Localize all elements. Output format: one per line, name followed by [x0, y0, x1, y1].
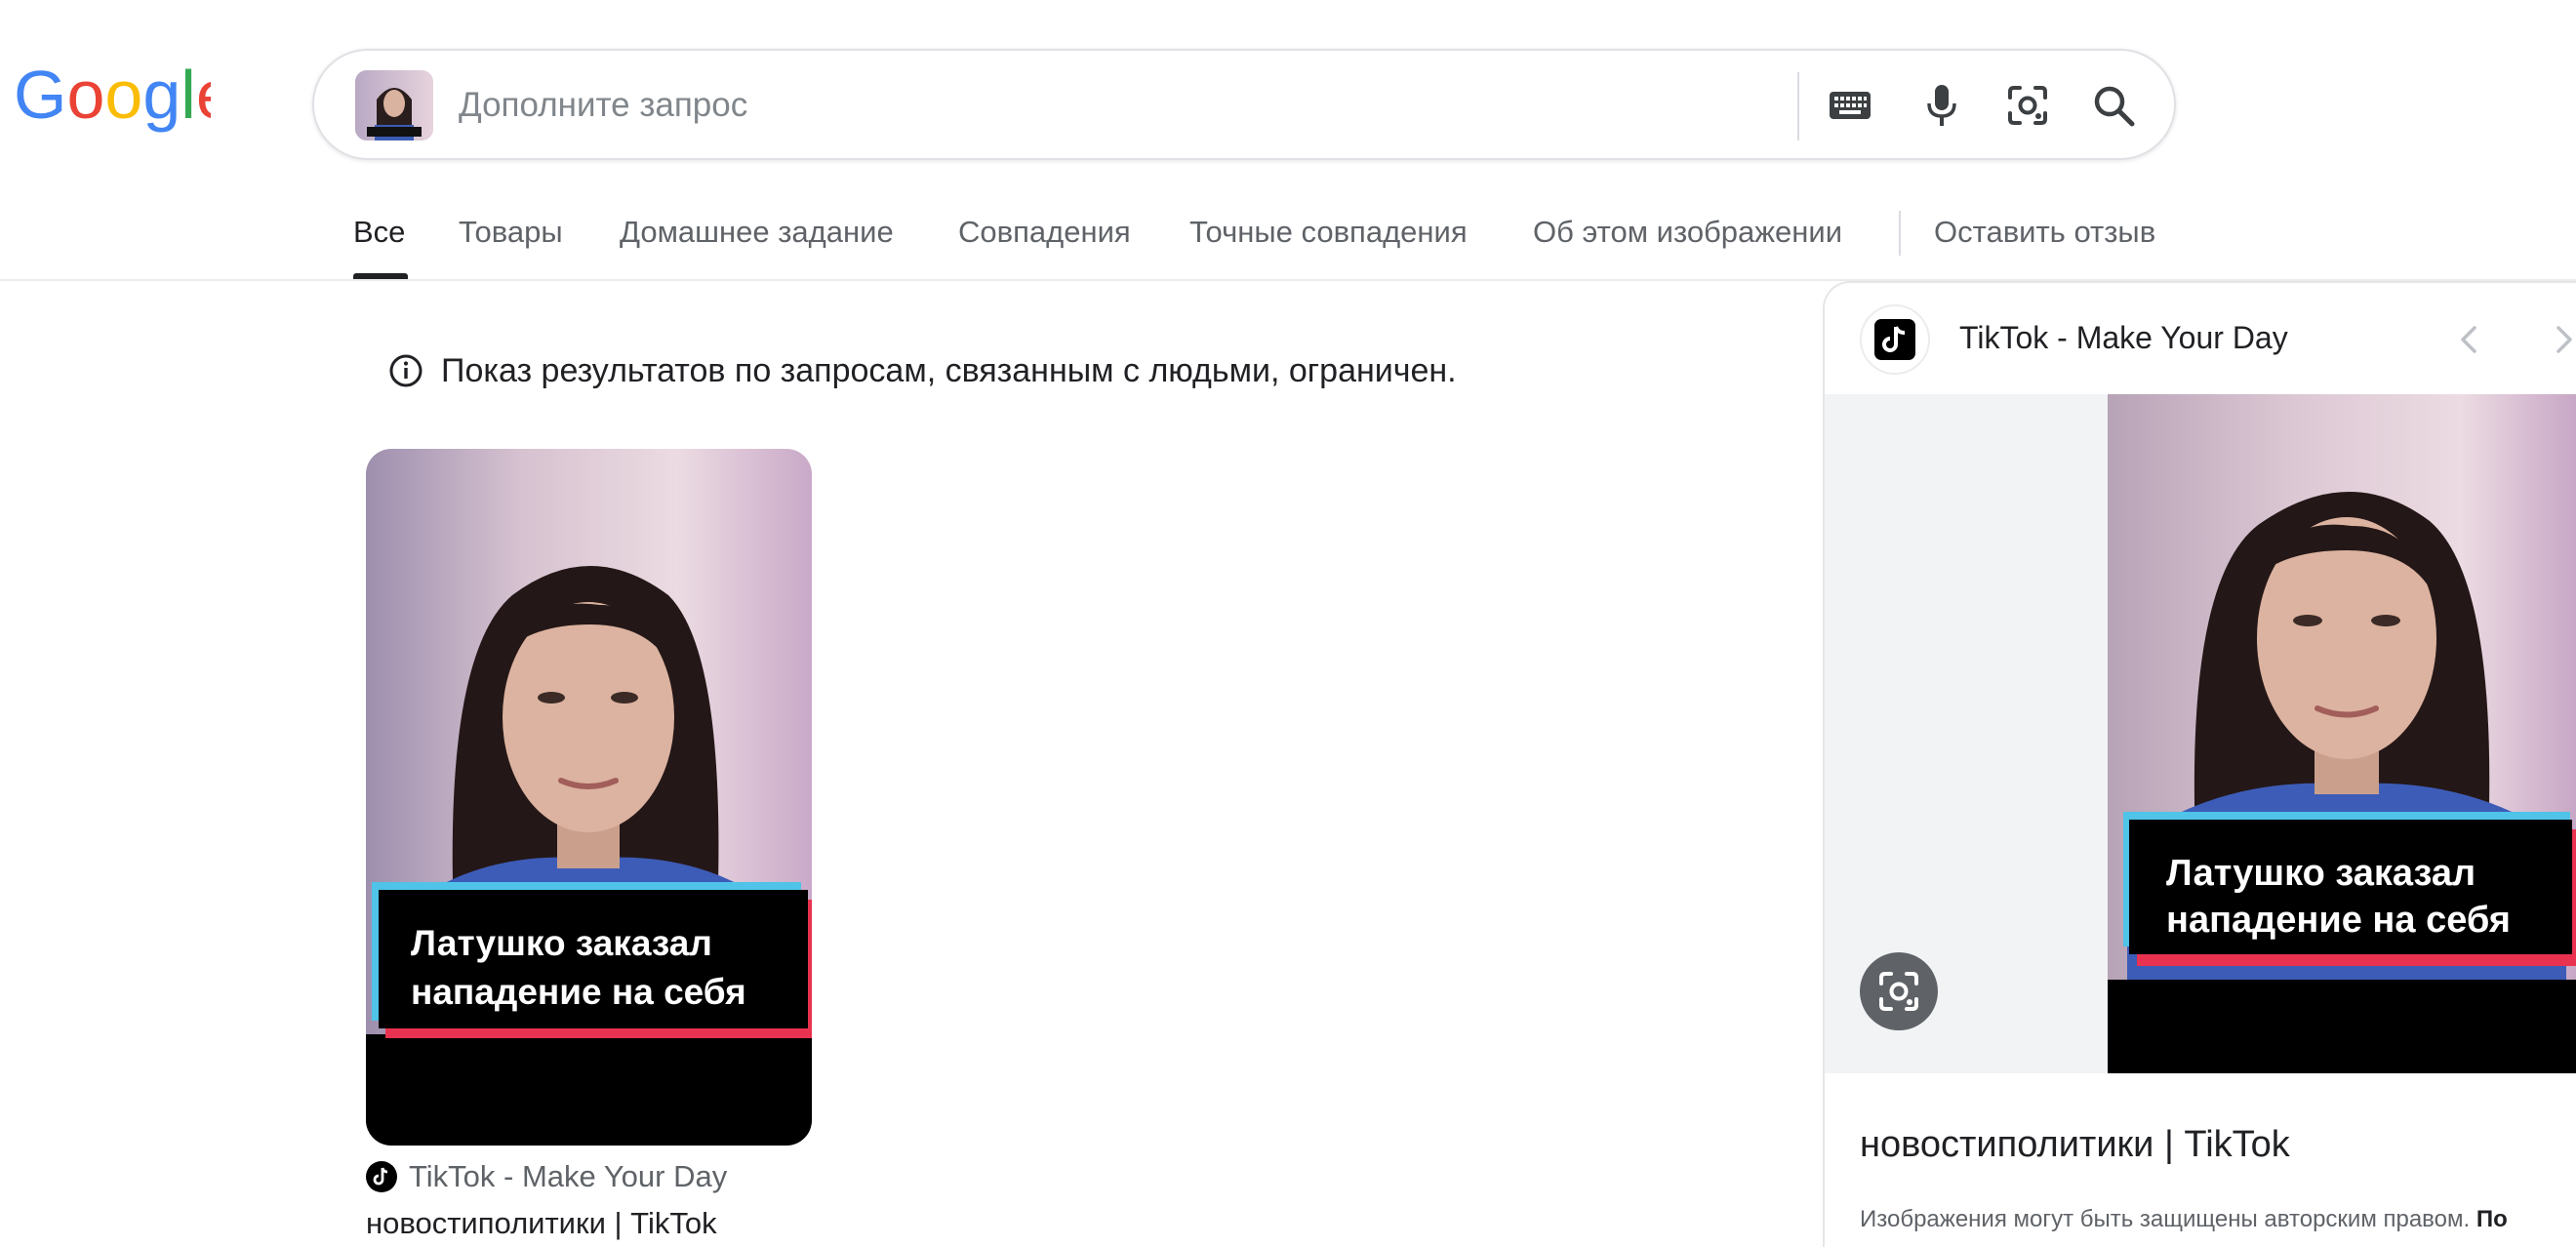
logo-letter-g2: g — [142, 64, 181, 133]
logo-letter-o1: o — [66, 64, 104, 133]
tab-products[interactable]: Товары — [459, 215, 563, 250]
panel-image[interactable]: Латушко заказал нападение на себя — [2108, 394, 2576, 1073]
panel-caption-line2: нападение на себя — [2166, 900, 2511, 941]
result-caption-line2: нападение на себя — [411, 972, 746, 1012]
query-image-thumbnail[interactable] — [355, 70, 433, 141]
restricted-results-notice: Показ результатов по запросам, связанным… — [388, 349, 1457, 392]
site-favicon — [1860, 304, 1930, 375]
google-logo[interactable]: Google — [14, 64, 211, 133]
chevron-left-icon[interactable] — [2449, 316, 2488, 363]
tab-separator — [1899, 211, 1901, 256]
result-source-name: TikTok - Make Your Day — [409, 1159, 728, 1193]
copyright-text: Изображения могут быть защищены авторски… — [1860, 1206, 2471, 1232]
searchbox-divider — [1797, 72, 1799, 141]
lens-search-button[interactable] — [1860, 952, 1938, 1030]
lens-icon — [1879, 972, 1918, 1011]
result-source[interactable]: TikTok - Make Your Day — [366, 1157, 727, 1196]
svg-text:Google: Google — [14, 64, 211, 133]
copyright-notice: Изображения могут быть защищены авторски… — [1860, 1206, 2508, 1233]
logo-letter-l: l — [181, 64, 196, 133]
result-detail-panel: TikTok - Make Your Day Латушко заказал н… — [1823, 281, 2576, 1247]
tiktok-icon — [366, 1161, 397, 1192]
panel-image-area: Латушко заказал нападение на себя — [1825, 394, 2576, 1073]
lens-icon[interactable] — [2000, 78, 2055, 133]
notice-text: Показ результатов по запросам, связанным… — [441, 351, 1457, 389]
copyright-more-link[interactable]: По — [2476, 1206, 2508, 1232]
panel-caption-line1: Латушко заказал — [2166, 853, 2476, 894]
panel-title[interactable]: новостиполитики | TikTok — [1860, 1124, 2290, 1166]
chevron-right-icon[interactable] — [2545, 316, 2576, 363]
info-icon[interactable] — [388, 353, 423, 388]
active-tab-indicator — [353, 273, 408, 279]
logo-letter-o2: o — [104, 64, 142, 133]
result-image[interactable]: Латушко заказал нападение на себя — [366, 449, 812, 1146]
panel-site-name[interactable]: TikTok - Make Your Day — [1959, 320, 2288, 356]
logo-letter-e: e — [196, 64, 211, 133]
result-title[interactable]: новостиполитики | TikTok — [366, 1206, 717, 1241]
search-input[interactable] — [459, 72, 1630, 139]
keyboard-icon[interactable] — [1823, 78, 1877, 133]
tab-exact-matches[interactable]: Точные совпадения — [1189, 215, 1468, 250]
search-icon[interactable] — [2086, 78, 2141, 133]
search-tabs: Все Товары Домашнее задание Совпадения Т… — [0, 195, 2576, 281]
result-caption-line1: Латушко заказал — [411, 923, 712, 963]
tab-about-image[interactable]: Об этом изображении — [1533, 215, 1842, 250]
tiktok-icon — [1882, 326, 1906, 352]
feedback-link[interactable]: Оставить отзыв — [1934, 215, 2155, 250]
tab-all[interactable]: Все — [353, 215, 405, 250]
search-box[interactable] — [312, 49, 2176, 160]
mic-icon[interactable] — [1914, 78, 1969, 133]
tab-matches[interactable]: Совпадения — [958, 215, 1131, 250]
tab-homework[interactable]: Домашнее задание — [620, 215, 894, 250]
logo-letter-g: G — [14, 64, 66, 133]
